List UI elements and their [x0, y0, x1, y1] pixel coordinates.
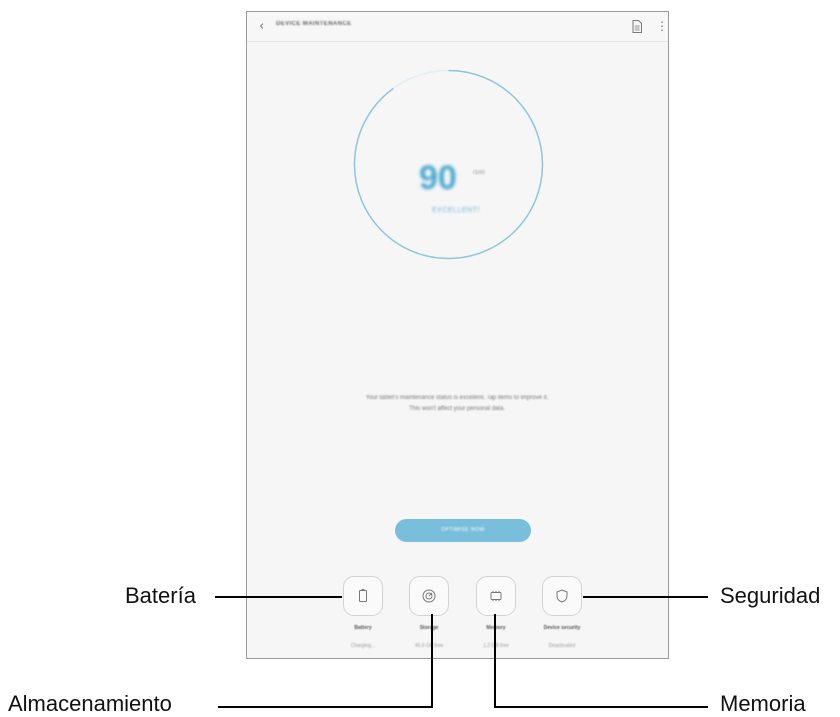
score-max: /100 [473, 170, 485, 176]
shield-icon [556, 589, 568, 603]
storage-leader-vertical [431, 614, 433, 708]
screen-title: DEVICE MAINTENANCE [276, 21, 352, 27]
document-icon[interactable] [632, 20, 642, 33]
memory-leader-horizontal [494, 706, 708, 708]
optimise-now-button[interactable]: OPTIMISE NOW [395, 519, 531, 542]
security-leader-line [583, 596, 708, 598]
callout-bateria: Batería [125, 583, 196, 608]
tablet-screen: ‹ DEVICE MAINTENANCE ⋮ 90 /100 EXCELLENT… [246, 11, 669, 659]
device-security-label: Device security [543, 625, 581, 631]
battery-tile[interactable] [343, 576, 383, 616]
app-bar: ‹ DEVICE MAINTENANCE ⋮ [247, 12, 668, 42]
battery-status: Charging... [350, 643, 376, 649]
storage-label: Storage [419, 625, 439, 631]
memory-icon [490, 591, 502, 601]
device-security-status: Deactivated [548, 643, 576, 649]
status-message-line2: This won't affect your personal data. [408, 406, 506, 412]
score-status: EXCELLENT! [432, 207, 480, 214]
device-security-tile[interactable] [542, 576, 582, 616]
memory-status: 1.2 GB free [483, 643, 509, 649]
storage-status: 45.6 GB free [414, 643, 444, 649]
back-icon[interactable]: ‹ [259, 20, 271, 34]
battery-icon [359, 589, 367, 602]
callout-memoria: Memoria [720, 691, 806, 716]
memory-tile[interactable] [476, 576, 516, 616]
storage-leader-horizontal [218, 706, 433, 708]
storage-tile[interactable] [409, 576, 449, 616]
callout-seguridad: Seguridad [720, 583, 821, 608]
optimise-now-label: OPTIMISE NOW [441, 527, 485, 533]
status-message-line1: Your tablet's maintenance status is exce… [365, 395, 549, 401]
status-message: Your tablet's maintenance status is exce… [287, 393, 627, 415]
memory-label: Memory [486, 625, 506, 631]
more-options-icon[interactable]: ⋮ [656, 18, 668, 34]
callout-almacenamiento: Almacenamiento [8, 691, 172, 716]
storage-icon [422, 589, 436, 603]
battery-leader-line [215, 596, 342, 598]
score-value: 90 [419, 159, 457, 197]
memory-leader-vertical [494, 614, 496, 708]
battery-label: Battery [354, 625, 372, 631]
